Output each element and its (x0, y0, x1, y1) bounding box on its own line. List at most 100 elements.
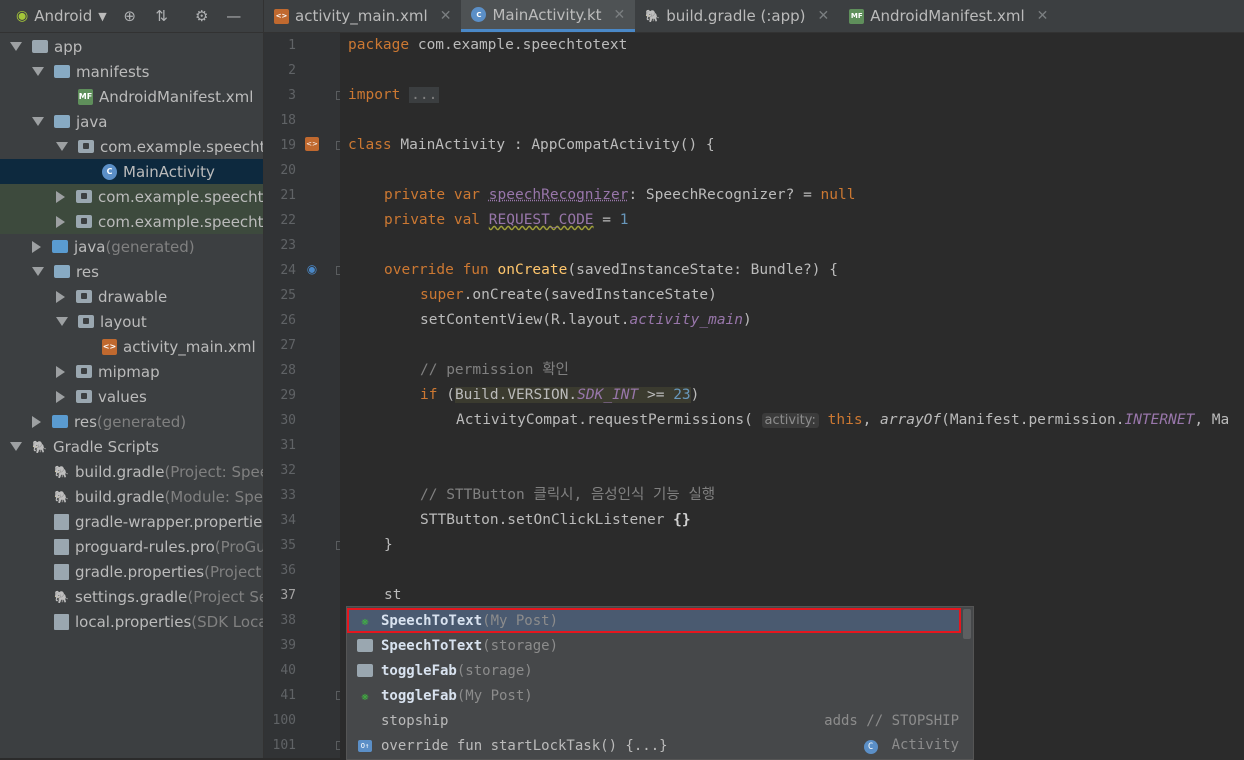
tab-build-gradle-app-[interactable]: 🐘 build.gradle (:app) ✕ (635, 0, 839, 32)
chevron-down-icon[interactable] (32, 67, 44, 76)
close-icon[interactable]: ✕ (614, 7, 626, 23)
tree-item-note: (generated) (105, 237, 195, 256)
tree-item-label: drawable (98, 287, 168, 306)
completion-item[interactable]: toggleFab(storage) (347, 658, 961, 683)
popup-scrollbar[interactable] (963, 609, 971, 639)
tree-item-label: gradle.properties (75, 562, 205, 581)
code-line: class MainActivity : AppCompatActivity()… (348, 137, 715, 153)
tree-item[interactable]: 🐘 build.gradle (Module: Spee (0, 484, 264, 509)
tree-item-label: AndroidManifest.xml (99, 87, 254, 106)
completion-source: (My Post) (456, 687, 533, 704)
tree-item[interactable]: com.example.speechtotext (0, 134, 263, 159)
tab-mainactivity-kt[interactable]: C MainActivity.kt ✕ (461, 0, 636, 32)
tree-item[interactable]: MF AndroidManifest.xml (0, 84, 263, 109)
folder-icon (52, 240, 68, 253)
tree-item[interactable]: drawable (0, 284, 263, 309)
chevron-down-icon[interactable] (10, 42, 22, 51)
tab-activity-main-xml[interactable]: <> activity_main.xml ✕ (264, 0, 461, 32)
locate-icon[interactable]: ⊕ (121, 7, 139, 25)
close-icon[interactable]: ✕ (818, 8, 830, 24)
chevron-down-icon[interactable] (32, 267, 44, 276)
collapse-all-icon[interactable]: ⇅ (153, 7, 171, 25)
completion-item[interactable]: ❋ SpeechToText(My Post) (347, 608, 961, 633)
tab-androidmanifest-xml[interactable]: MF AndroidManifest.xml ✕ (839, 0, 1058, 32)
close-icon[interactable]: ✕ (440, 8, 452, 24)
layout-link-icon[interactable]: <> (305, 137, 319, 151)
tree-item-label: values (98, 387, 147, 406)
line-number: 39 (280, 638, 296, 653)
completion-item[interactable]: SpeechToText(storage) (347, 633, 961, 658)
override-marker-icon[interactable]: ◉ (305, 262, 319, 276)
line-number: 29 (280, 388, 296, 403)
tree-item-label: build.gradle (75, 487, 165, 506)
tab-label: MainActivity.kt (492, 5, 602, 24)
chevron-down-icon[interactable] (56, 142, 68, 151)
tree-item-label: local.properties (75, 612, 192, 631)
line-number: 18 (280, 113, 296, 128)
override-method-icon: O↑ (356, 737, 374, 755)
tree-item-label: com.example.speechtotext (100, 137, 263, 156)
module-folder-icon (32, 40, 48, 53)
code-line: super.onCreate(savedInstanceState) (420, 287, 717, 303)
tree-item[interactable]: res (generated) (0, 409, 263, 434)
tree-item-note: (Project Sett (187, 587, 263, 606)
tree-item-note: (Module: Spee (164, 487, 264, 506)
tree-item[interactable]: 🐘 Gradle Scripts (0, 434, 263, 459)
line-number: 38 (280, 613, 296, 628)
tree-item[interactable]: com.example.speechtotext (0, 209, 263, 234)
completion-item[interactable]: ❋ toggleFab(My Post) (347, 683, 961, 708)
tree-item[interactable]: java (generated) (0, 234, 263, 259)
tree-item-label: gradle-wrapper.properties (75, 512, 264, 531)
class-icon: C (863, 740, 878, 754)
tree-item[interactable]: java (0, 109, 263, 134)
properties-file-icon (54, 613, 69, 630)
folder-icon (54, 265, 70, 278)
chevron-right-icon[interactable] (32, 240, 41, 253)
completion-source: (storage) (482, 637, 559, 654)
line-number: 23 (280, 238, 296, 253)
line-number: 21 (280, 188, 296, 203)
tree-item[interactable]: com.example.speechtotext (0, 184, 263, 209)
chevron-right-icon[interactable] (56, 290, 65, 303)
tree-item[interactable]: app (0, 34, 263, 59)
tab-label: AndroidManifest.xml (870, 7, 1025, 25)
chevron-right-icon[interactable] (56, 365, 65, 378)
folder-icon (54, 115, 70, 128)
project-toolbar: ◉ Android ▼ ⊕ ⇅ ⚙ — (0, 0, 263, 33)
tree-item[interactable]: layout (0, 309, 263, 334)
tree-item-label: res (76, 262, 99, 281)
tree-item[interactable]: <> activity_main.xml (0, 334, 263, 359)
tree-item[interactable]: values (0, 384, 263, 409)
chevron-right-icon[interactable] (56, 190, 65, 203)
blank-icon (356, 712, 374, 730)
xml-file-icon: <> (102, 338, 117, 355)
tree-item[interactable]: gradle-wrapper.properties ( (0, 509, 264, 534)
project-view-selector[interactable]: ◉ Android ▼ (16, 7, 107, 25)
hide-icon[interactable]: — (225, 7, 243, 25)
gradle-elephant-icon: 🐘 (54, 589, 69, 604)
line-number: 28 (280, 363, 296, 378)
completion-popup: ❋ SpeechToText(My Post) SpeechToText(stora… (346, 606, 974, 760)
tree-item[interactable]: local.properties (SDK Locati (0, 609, 263, 634)
tree-item[interactable]: 🐘 build.gradle (Project: Speec (0, 459, 263, 484)
chevron-right-icon[interactable] (56, 215, 65, 228)
chevron-down-icon[interactable] (32, 117, 44, 126)
close-icon[interactable]: ✕ (1037, 8, 1049, 24)
code-line: } (384, 537, 393, 553)
gear-icon[interactable]: ⚙ (193, 7, 211, 25)
tree-item[interactable]: C MainActivity (0, 159, 263, 184)
chevron-right-icon[interactable] (56, 390, 65, 403)
tree-item[interactable]: 🐘 settings.gradle (Project Sett (0, 584, 263, 609)
tree-item[interactable]: res (0, 259, 263, 284)
tree-item[interactable]: proguard-rules.pro (ProGua (0, 534, 263, 559)
tree-item[interactable]: manifests (0, 59, 263, 84)
chevron-down-icon[interactable] (10, 442, 22, 451)
completion-item[interactable]: stopship adds // STOPSHIP (347, 708, 961, 733)
tree-item[interactable]: gradle.properties (Project P (0, 559, 263, 584)
tree-item[interactable]: mipmap (0, 359, 263, 384)
line-number: 32 (280, 463, 296, 478)
chevron-down-icon[interactable] (56, 317, 68, 326)
completion-item[interactable]: O↑ override fun startLockTask() {...} C Act… (347, 733, 961, 758)
package-folder-icon (78, 315, 94, 328)
chevron-right-icon[interactable] (32, 415, 41, 428)
